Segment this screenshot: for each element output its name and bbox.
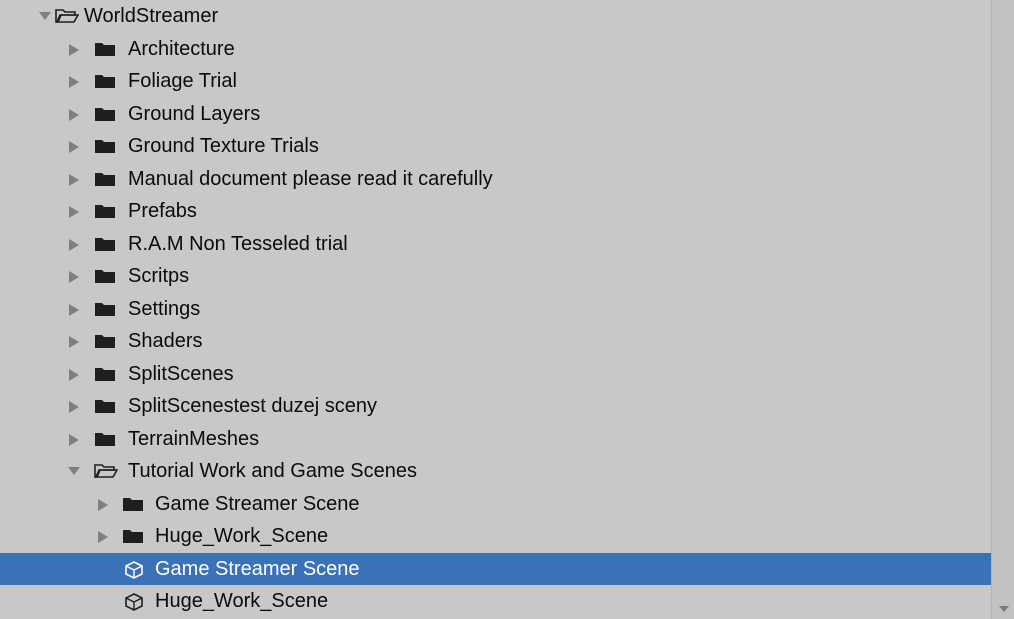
folder-icon: [94, 98, 118, 131]
folder-item[interactable]: Huge_Work_Scene: [0, 520, 991, 553]
item-label: Shaders: [128, 330, 203, 352]
item-label: Game Streamer Scene: [155, 492, 360, 515]
project-panel: WorldStreamer Architecture Foliage Trial Gr…: [0, 0, 1014, 619]
folder-icon: [94, 325, 118, 358]
item-label: Ground Layers: [128, 102, 261, 125]
folder-open-icon: [94, 455, 118, 488]
folder-item[interactable]: Game Streamer Scene: [0, 488, 991, 521]
folder-icon: [94, 163, 118, 196]
triangle-right-icon[interactable]: [67, 98, 81, 131]
scene-item[interactable]: Game Streamer Scene: [0, 552, 991, 586]
triangle-right-icon[interactable]: [96, 520, 110, 553]
item-label: WorldStreamer: [84, 5, 219, 27]
unity-scene-icon: [122, 585, 146, 618]
folder-icon: [94, 130, 118, 163]
triangle-right-icon[interactable]: [67, 325, 81, 358]
triangle-right-icon[interactable]: [67, 163, 81, 196]
item-label: SplitScenes: [128, 362, 234, 385]
triangle-right-icon[interactable]: [67, 130, 81, 163]
item-label: Architecture: [128, 37, 235, 60]
item-label: Prefabs: [128, 200, 197, 222]
folder-item[interactable]: Architecture: [0, 33, 991, 66]
folder-item[interactable]: Prefabs: [0, 195, 991, 228]
folder-item[interactable]: Tutorial Work and Game Scenes: [0, 455, 991, 488]
item-label: R.A.M Non Tesseled trial: [128, 232, 348, 255]
triangle-right-icon[interactable]: [67, 228, 81, 261]
item-label: Tutorial Work and Game Scenes: [128, 460, 418, 482]
folder-icon: [122, 520, 146, 553]
triangle-right-icon[interactable]: [67, 33, 81, 66]
item-label: Scritps: [128, 265, 190, 287]
triangle-right-icon[interactable]: [67, 423, 81, 456]
item-label: Foliage Trial: [128, 70, 237, 92]
folder-icon: [122, 488, 146, 521]
folder-item[interactable]: SplitScenestest duzej sceny: [0, 390, 991, 423]
item-label: SplitScenestest duzej sceny: [128, 395, 378, 417]
folder-icon: [94, 423, 118, 456]
project-tree: WorldStreamer Architecture Foliage Trial Gr…: [0, 0, 991, 619]
scroll-down-arrow-icon[interactable]: [998, 601, 1010, 612]
item-label: Huge_Work_Scene: [155, 590, 329, 612]
triangle-right-icon[interactable]: [96, 488, 110, 521]
item-label: Settings: [128, 297, 201, 320]
triangle-right-icon[interactable]: [67, 260, 81, 293]
item-label: Manual document please read it carefully: [128, 167, 493, 190]
folder-item[interactable]: R.A.M Non Tesseled trial: [0, 228, 991, 261]
folder-item[interactable]: Ground Layers: [0, 98, 991, 131]
triangle-down-icon[interactable]: [38, 0, 52, 33]
folder-item[interactable]: SplitScenes: [0, 358, 991, 391]
triangle-right-icon[interactable]: [67, 65, 81, 98]
folder-icon: [94, 390, 118, 423]
triangle-right-icon[interactable]: [67, 195, 81, 228]
folder-item[interactable]: Ground Texture Trials: [0, 130, 991, 163]
triangle-right-icon[interactable]: [67, 293, 81, 326]
item-label: Huge_Work_Scene: [155, 525, 329, 547]
unity-scene-icon: [122, 553, 146, 586]
item-label: Game Streamer Scene: [155, 557, 360, 580]
folder-icon: [94, 358, 118, 391]
folder-icon: [94, 228, 118, 261]
folder-icon: [94, 65, 118, 98]
folder-icon: [94, 293, 118, 326]
vertical-scrollbar[interactable]: [991, 0, 1014, 619]
folder-item[interactable]: Shaders: [0, 325, 991, 358]
folder-icon: [94, 33, 118, 66]
folder-icon: [94, 195, 118, 228]
folder-item[interactable]: Scritps: [0, 260, 991, 293]
folder-open-icon: [55, 0, 79, 33]
triangle-right-icon[interactable]: [67, 358, 81, 391]
item-label: Ground Texture Trials: [128, 135, 319, 157]
folder-item[interactable]: Manual document please read it carefully: [0, 163, 991, 196]
folder-icon: [94, 260, 118, 293]
triangle-right-icon[interactable]: [67, 390, 81, 423]
folder-item[interactable]: Settings: [0, 293, 991, 326]
folder-item[interactable]: WorldStreamer: [0, 0, 991, 33]
scene-item[interactable]: Huge_Work_Scene: [0, 585, 991, 618]
partially-visible-item-icon: [92, 614, 114, 619]
item-label: TerrainMeshes: [128, 427, 260, 450]
folder-item[interactable]: Foliage Trial: [0, 65, 991, 98]
folder-item[interactable]: TerrainMeshes: [0, 423, 991, 456]
triangle-down-icon[interactable]: [67, 455, 81, 488]
